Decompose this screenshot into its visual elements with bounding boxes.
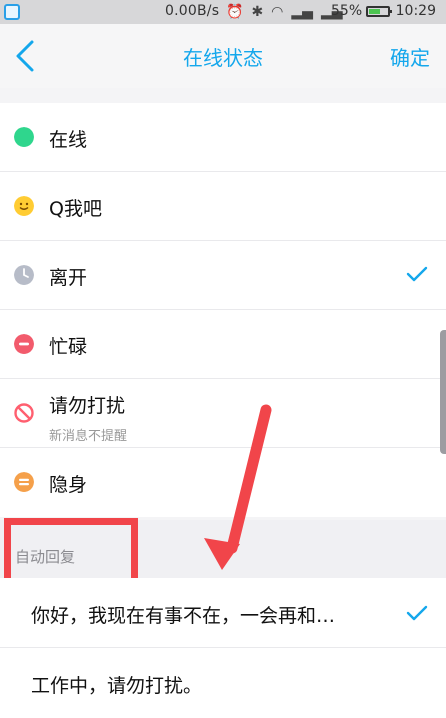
status-label: 离开 bbox=[49, 267, 88, 289]
reply-text: 工作中，请勿打扰。 bbox=[31, 675, 203, 697]
status-item-q-me[interactable]: Q我吧 bbox=[0, 172, 446, 241]
status-item-online[interactable]: 在线 bbox=[0, 103, 446, 172]
battery-fill bbox=[369, 9, 380, 14]
invisible-icon bbox=[14, 472, 34, 492]
status-label: 隐身 bbox=[49, 474, 88, 496]
checkmark-icon bbox=[406, 605, 428, 621]
status-item-invisible[interactable]: 隐身 bbox=[0, 448, 446, 517]
dnd-icon bbox=[14, 403, 34, 423]
auto-reply-item[interactable]: 你好，我现在有事不在，一会再和… bbox=[0, 578, 446, 648]
status-label: Q我吧 bbox=[49, 198, 102, 220]
app-notification-icon bbox=[4, 4, 20, 20]
status-label: 忙碌 bbox=[49, 336, 88, 358]
status-item-busy[interactable]: 忙碌 bbox=[0, 310, 446, 379]
busy-icon bbox=[14, 334, 34, 354]
wifi-icon: ◠ bbox=[271, 4, 284, 20]
battery-icon bbox=[366, 6, 392, 17]
annotation-highlight-box bbox=[4, 518, 138, 586]
status-label: 请勿打扰 bbox=[49, 395, 126, 417]
status-label: 在线 bbox=[49, 129, 88, 151]
signal-icon: ▂▄ bbox=[291, 4, 313, 20]
status-item-do-not-disturb[interactable]: 请勿打扰 新消息不提醒 bbox=[0, 379, 446, 448]
status-sublabel: 新消息不提醒 bbox=[49, 429, 128, 444]
scroll-handle[interactable] bbox=[440, 330, 446, 454]
bluetooth-icon: ✱ bbox=[251, 4, 264, 20]
status-list: 在线 Q我吧 离开 忙碌 请勿打扰 新消息不提醒 隐身 bbox=[0, 103, 446, 517]
top-navigation-bar: 在线状态 确定 bbox=[0, 24, 446, 88]
status-bar: 0.00B/s ⏰ ✱ ◠ ▂▄ ▂▄ 55% 10:29 bbox=[0, 0, 446, 24]
auto-reply-item[interactable]: 工作中，请勿打扰。 bbox=[0, 648, 446, 718]
auto-reply-list: 你好，我现在有事不在，一会再和… 工作中，请勿打扰。 bbox=[0, 578, 446, 718]
status-item-away[interactable]: 离开 bbox=[0, 241, 446, 310]
network-speed: 0.00B/s bbox=[165, 3, 220, 19]
confirm-button[interactable]: 确定 bbox=[390, 42, 430, 71]
page-title: 在线状态 bbox=[183, 46, 263, 70]
checkmark-icon bbox=[406, 266, 428, 282]
clock-icon bbox=[14, 265, 34, 285]
reply-text: 你好，我现在有事不在，一会再和… bbox=[31, 605, 336, 627]
alarm-icon: ⏰ bbox=[226, 4, 244, 20]
smile-icon bbox=[14, 196, 34, 216]
status-icons: ⏰ ✱ ◠ ▂▄ ▂▄ bbox=[226, 3, 342, 21]
battery-percent: 55% bbox=[331, 3, 363, 19]
online-dot-icon bbox=[14, 127, 34, 147]
clock-time: 10:29 bbox=[395, 3, 436, 19]
